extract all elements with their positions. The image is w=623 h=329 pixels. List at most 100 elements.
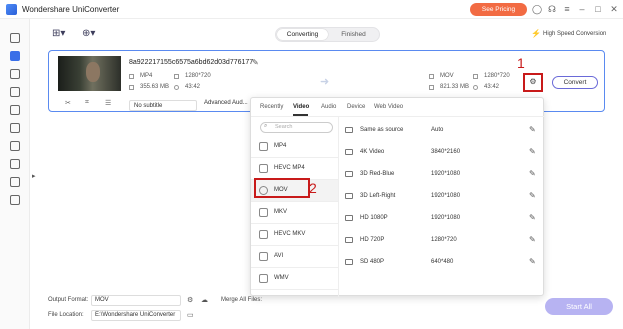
format-item-mp4[interactable]: MP4	[251, 136, 338, 158]
edit-icon[interactable]: ✎	[529, 169, 536, 178]
quality-row[interactable]: SD 480P 640*480 ✎	[345, 252, 541, 273]
convert-button[interactable]: Convert	[552, 76, 598, 89]
quality-row[interactable]: HD 720P 1280*720 ✎	[345, 230, 541, 251]
quality-resolution: 1920*1080	[431, 171, 461, 177]
video-quality-icon	[345, 259, 353, 265]
tab-device[interactable]: Device	[347, 104, 365, 110]
collapse-arrow-icon[interactable]: ▸	[32, 172, 36, 180]
quality-resolution: 1280*720	[431, 237, 457, 243]
recorder-icon[interactable]	[10, 87, 20, 97]
tab-video[interactable]: Video	[293, 104, 309, 110]
title-bar: Wondershare UniConverter See Pricing ◯ ☊…	[0, 0, 623, 19]
tab-recently[interactable]: Recently	[260, 104, 283, 110]
tab-web-video[interactable]: Web Video	[374, 104, 403, 110]
video-thumbnail[interactable]	[58, 56, 121, 91]
format-item-avi[interactable]: AVI	[251, 246, 338, 268]
file-location-value: E:\Wondershare UniConverter	[95, 312, 176, 318]
settings-icon[interactable]: ⚙	[187, 296, 193, 304]
audio-select[interactable]: Advanced Aud...	[204, 100, 248, 111]
cloud-icon[interactable]: ☁	[201, 296, 208, 304]
edit-icon[interactable]: ✎	[529, 191, 536, 200]
subtitle-select[interactable]: No subtitle	[129, 100, 197, 111]
tab-audio[interactable]: Audio	[321, 104, 336, 110]
minimize-icon[interactable]: –	[576, 3, 588, 15]
file-name: 8a922217155c6575a6bd62d03d776177	[129, 59, 254, 66]
video-format-icon	[259, 164, 268, 173]
video-quality-icon	[345, 149, 353, 155]
converter-icon[interactable]	[10, 51, 20, 61]
resolution-icon	[473, 74, 478, 79]
crop-icon[interactable]: ⌗	[85, 99, 89, 107]
video-quality-icon	[345, 171, 353, 177]
video-format-icon	[259, 252, 268, 261]
video-format-icon	[259, 274, 268, 283]
format-label: HEVC MP4	[274, 165, 305, 171]
quality-name: 3D Red-Blue	[360, 171, 395, 177]
quality-row[interactable]: Same as source Auto ✎	[345, 120, 541, 141]
dvd-burner-icon[interactable]	[10, 159, 20, 169]
merge-all-files-label: Merge All Files:	[221, 297, 263, 303]
target-duration: 43:42	[484, 84, 500, 90]
file-location-select[interactable]: E:\Wondershare UniConverter	[91, 310, 181, 321]
format-item-hevc-mp4[interactable]: HEVC MP4	[251, 158, 338, 180]
effects-icon[interactable]: ☰	[105, 99, 111, 107]
merger-icon[interactable]	[10, 141, 20, 151]
downloader-icon[interactable]	[10, 69, 20, 79]
see-pricing-button[interactable]: See Pricing	[470, 3, 527, 16]
quality-row[interactable]: 4K Video 3840*2160 ✎	[345, 142, 541, 163]
format-label: HEVC MKV	[274, 231, 306, 237]
format-label: MP4	[274, 143, 287, 149]
folder-icon[interactable]: ▭	[187, 311, 194, 319]
source-duration: 43:42	[185, 84, 201, 90]
editor-icon[interactable]	[10, 123, 20, 133]
home-icon[interactable]	[10, 33, 20, 43]
format-item-mkv[interactable]: MKV	[251, 202, 338, 224]
rename-icon[interactable]: ✎	[252, 58, 259, 67]
subtitle-value: No subtitle	[134, 103, 163, 109]
resolution-icon	[174, 74, 179, 79]
file-location-label: File Location:	[48, 312, 84, 318]
menu-icon[interactable]: ≡	[561, 3, 573, 15]
quality-resolution: 640*480	[431, 259, 454, 265]
quality-row[interactable]: 3D Red-Blue 1920*1080 ✎	[345, 164, 541, 185]
close-icon[interactable]: ✕	[608, 3, 620, 15]
edit-icon[interactable]: ✎	[529, 235, 536, 244]
output-format-select[interactable]: MOV	[91, 295, 181, 306]
format-item-wmv[interactable]: WMV	[251, 268, 338, 290]
quality-row[interactable]: HD 1080P 1920*1080 ✎	[345, 208, 541, 229]
quality-name: 3D Left-Right	[360, 193, 396, 199]
lightning-icon: ⚡	[531, 29, 541, 38]
user-icon[interactable]: ◯	[531, 3, 543, 15]
video-quality-icon	[345, 193, 353, 199]
trim-icon[interactable]: ✂	[65, 99, 71, 107]
divider	[338, 117, 339, 297]
highlight-box-step2	[254, 178, 310, 198]
add-url-button[interactable]: ⊕▾	[82, 28, 95, 42]
source-size: 355.63 MB	[140, 84, 170, 90]
add-files-button[interactable]: ⊞▾	[52, 28, 65, 42]
tab-finished[interactable]: Finished	[328, 29, 379, 40]
maximize-icon[interactable]: □	[592, 3, 604, 15]
edit-icon[interactable]: ✎	[529, 147, 536, 156]
edit-icon[interactable]: ✎	[529, 257, 536, 266]
toolbox-icon[interactable]	[10, 195, 20, 205]
format-tabs: Recently Video Audio Device Web Video	[251, 98, 545, 117]
high-speed-conversion-toggle[interactable]: High Speed Conversion	[543, 31, 606, 37]
source-resolution: 1280*720	[185, 73, 211, 79]
support-icon[interactable]: ☊	[546, 3, 558, 15]
format-search-input[interactable]: Search	[260, 122, 333, 133]
edit-icon[interactable]: ✎	[529, 213, 536, 222]
size-icon	[429, 85, 434, 90]
target-size: 821.33 MB	[440, 84, 470, 90]
edit-icon[interactable]: ✎	[529, 125, 536, 134]
quality-row[interactable]: 3D Left-Right 1920*1080 ✎	[345, 186, 541, 207]
format-item-hevc-mkv[interactable]: HEVC MKV	[251, 224, 338, 246]
video-format-icon	[259, 142, 268, 151]
format-label: WMV	[274, 275, 289, 281]
target-resolution: 1280*720	[484, 73, 510, 79]
quality-name: SD 480P	[360, 259, 385, 265]
start-all-button[interactable]: Start All	[545, 298, 613, 315]
player-icon[interactable]	[10, 177, 20, 187]
compressor-icon[interactable]	[10, 105, 20, 115]
tab-converting[interactable]: Converting	[277, 29, 328, 40]
